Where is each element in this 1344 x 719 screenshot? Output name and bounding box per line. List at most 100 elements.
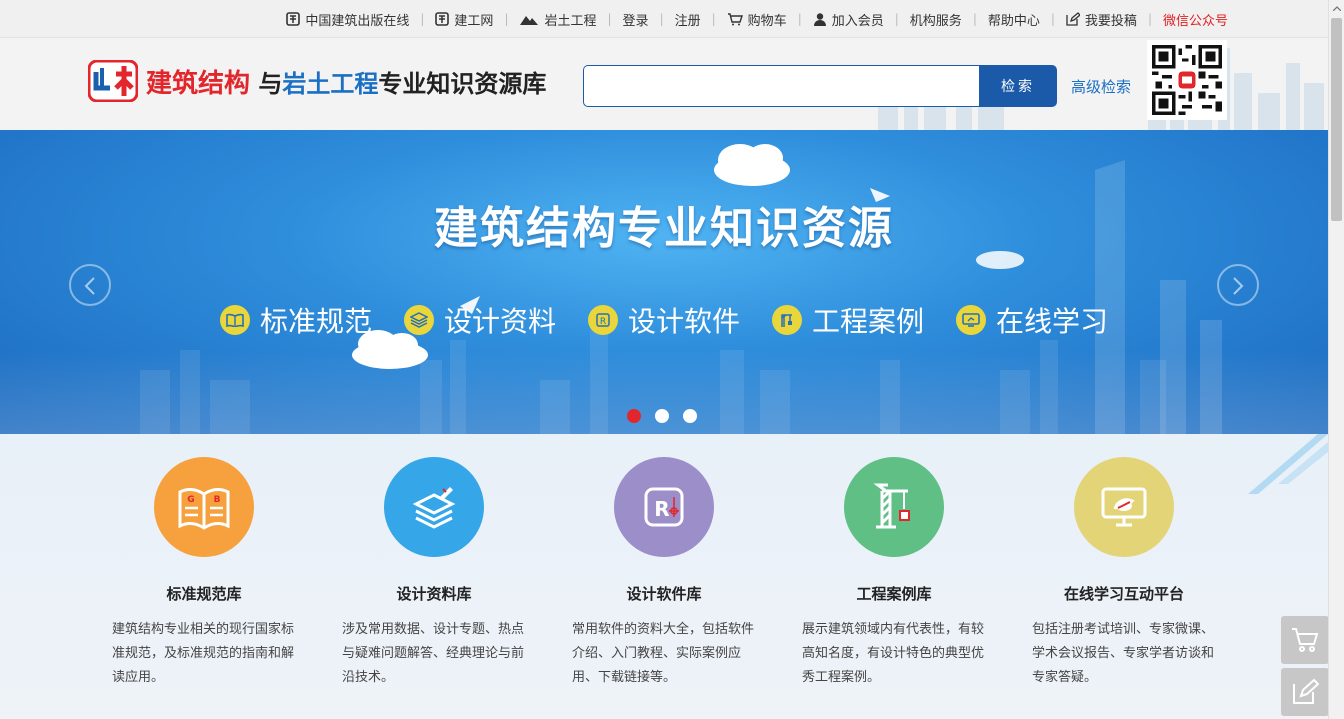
banner-dot-1[interactable] [627,409,641,423]
nav-submit[interactable]: 我要投稿 [1066,10,1137,29]
resource-modules: G B 标准规范库 建筑结构专业相关的现行国家标准规范，及标准规范的指南和解读应… [0,434,1328,719]
module-description: 展示建筑领域内有代表性，有较高知名度，有设计特色的典型优秀工程案例。 [802,622,985,685]
nav-wechat[interactable]: 微信公众号 [1163,10,1228,29]
module-online-learning-icon-button[interactable] [1074,457,1174,557]
nav-separator: | [1050,12,1055,26]
nav-label: 岩土工程 [544,13,597,29]
nav-separator: | [711,12,716,26]
site-header: 建筑结构 与岩土工程专业知识资源库 检索 高级检索 [0,38,1328,130]
nav-login[interactable]: 登录 [623,10,649,29]
nav-cart[interactable]: 购物车 [727,10,787,29]
nav-register[interactable]: 注册 [675,10,701,29]
cart-icon [1292,628,1319,652]
nav-label: 注册 [674,13,701,29]
feature-label: 设计资料 [443,305,556,338]
banner-pagination [627,409,697,423]
banner-title: 建筑结构专业知识资源 [434,203,894,254]
logo-text: 建筑结构 与岩土工程专业知识资源库 [146,63,546,100]
scroll-up-button[interactable] [1329,0,1344,16]
banner-dot-3[interactable] [683,409,697,423]
logo-part-and: 与 [258,69,283,98]
search-button[interactable]: 检索 [979,65,1057,107]
banner-feature-design-data[interactable]: 设计资料 [403,300,556,340]
module-description: 常用软件的资料大全，包括软件介绍、入门教程、实际案例应用、下载链接等。 [572,622,755,685]
svg-text:G: G [187,495,194,505]
vertical-scrollbar[interactable] [1328,0,1344,719]
module-description: 建筑结构专业相关的现行国家标准规范，及标准规范的指南和解读应用。 [112,622,295,685]
monitor-icon [956,305,987,335]
chevron-right-icon [1233,277,1244,295]
banner-city-decoration [0,144,1328,434]
nav-separator: | [797,12,802,26]
nav-label: 微信公众号 [1162,13,1228,29]
banner-feature-list: 标准规范 设计资料 R 设计软件 工程案例 在线学习 [0,300,1328,340]
book-icon [219,305,250,335]
monitor-icon [1101,487,1147,527]
float-feedback-button[interactable] [1281,668,1329,716]
module-title[interactable]: 工程案例库 [802,583,986,604]
edit-icon [1293,678,1319,704]
nav-jiangong[interactable]: 建工网 [435,10,493,29]
nav-label: 登录 [622,13,649,29]
hero-banner[interactable]: 建筑结构专业知识资源 标准规范 设计资料 R 设计软件 工程案例 在线学习 [0,130,1328,434]
user-icon [813,13,826,26]
logo-mark-icon [88,60,138,102]
banner-feature-cases[interactable]: 工程案例 [772,300,924,340]
module-software-icon-button[interactable]: R [614,457,714,557]
banner-prev-button[interactable] [69,264,111,306]
nav-join-member[interactable]: 加入会员 [813,10,884,29]
feature-label: 工程案例 [812,305,925,338]
nav-label: 加入会员 [831,13,884,29]
layers-icon [412,487,456,529]
nav-separator: | [659,12,664,26]
nav-cabp-online[interactable]: 中国建筑出版在线 [286,10,409,29]
mountain-icon [520,16,539,25]
nav-label: 中国建筑出版在线 [305,13,410,29]
search-input[interactable] [583,65,979,107]
software-r-icon: R [644,487,684,527]
module-title[interactable]: 设计资料库 [342,583,526,604]
module-title[interactable]: 在线学习互动平台 [1032,583,1216,604]
nav-label: 机构服务 [909,13,962,29]
module-title[interactable]: 标准规范库 [112,583,296,604]
wechat-qr-code [1147,40,1227,120]
banner-feature-software[interactable]: R 设计软件 [587,300,740,340]
svg-text:B: B [214,495,221,505]
module-standards-icon-button[interactable]: G B [154,457,254,557]
software-icon: R [587,305,618,335]
gb-book-icon: G B [178,488,230,530]
cart-icon [727,13,743,26]
nav-label: 建工网 [454,13,494,29]
banner-feature-online-learning[interactable]: 在线学习 [956,300,1108,340]
module-cases-icon-button[interactable] [844,457,944,557]
module-design-data-icon-button[interactable] [384,457,484,557]
nav-geotech[interactable]: 岩土工程 [519,10,597,29]
nav-label: 帮助中心 [987,13,1040,29]
nav-label: 我要投稿 [1084,13,1137,29]
module-description: 涉及常用数据、设计专题、热点与疑难问题解答、经典理论与前沿技术。 [342,622,525,685]
svg-text:R: R [600,317,606,327]
module-description: 包括注册考试培训、专家微课、学术会议报告、专家学者访谈和专家答疑。 [1032,622,1215,685]
nav-separator: | [607,12,612,26]
float-cart-button[interactable] [1281,616,1329,664]
advanced-search-link[interactable]: 高级检索 [1071,76,1131,97]
feature-label: 标准规范 [259,305,372,338]
nav-help[interactable]: 帮助中心 [988,10,1040,29]
page: 中国建筑出版在线 | 建工网 | 岩土工程 | 登录 | 注册 | 购物车 | [0,0,1344,719]
module-title[interactable]: 设计软件库 [572,583,756,604]
logo-part-suffix: 专业知识资源库 [378,69,547,98]
banner-feature-standards[interactable]: 标准规范 [219,300,372,340]
site-logo[interactable]: 建筑结构 与岩土工程专业知识资源库 [88,60,546,102]
banner-next-button[interactable] [1217,264,1259,306]
publisher-logo-icon [286,12,301,26]
scrollbar-thumb[interactable] [1331,18,1342,221]
nav-separator: | [420,12,425,26]
crane-icon [873,483,910,529]
banner-dot-2[interactable] [655,409,669,423]
top-utility-bar: 中国建筑出版在线 | 建工网 | 岩土工程 | 登录 | 注册 | 购物车 | [0,0,1328,38]
nav-separator: | [1147,12,1152,26]
svg-text:R: R [654,497,669,521]
top-nav: 中国建筑出版在线 | 建工网 | 岩土工程 | 登录 | 注册 | 购物车 | [286,0,1228,38]
nav-institution[interactable]: 机构服务 [910,10,962,29]
nav-separator: | [972,12,977,26]
